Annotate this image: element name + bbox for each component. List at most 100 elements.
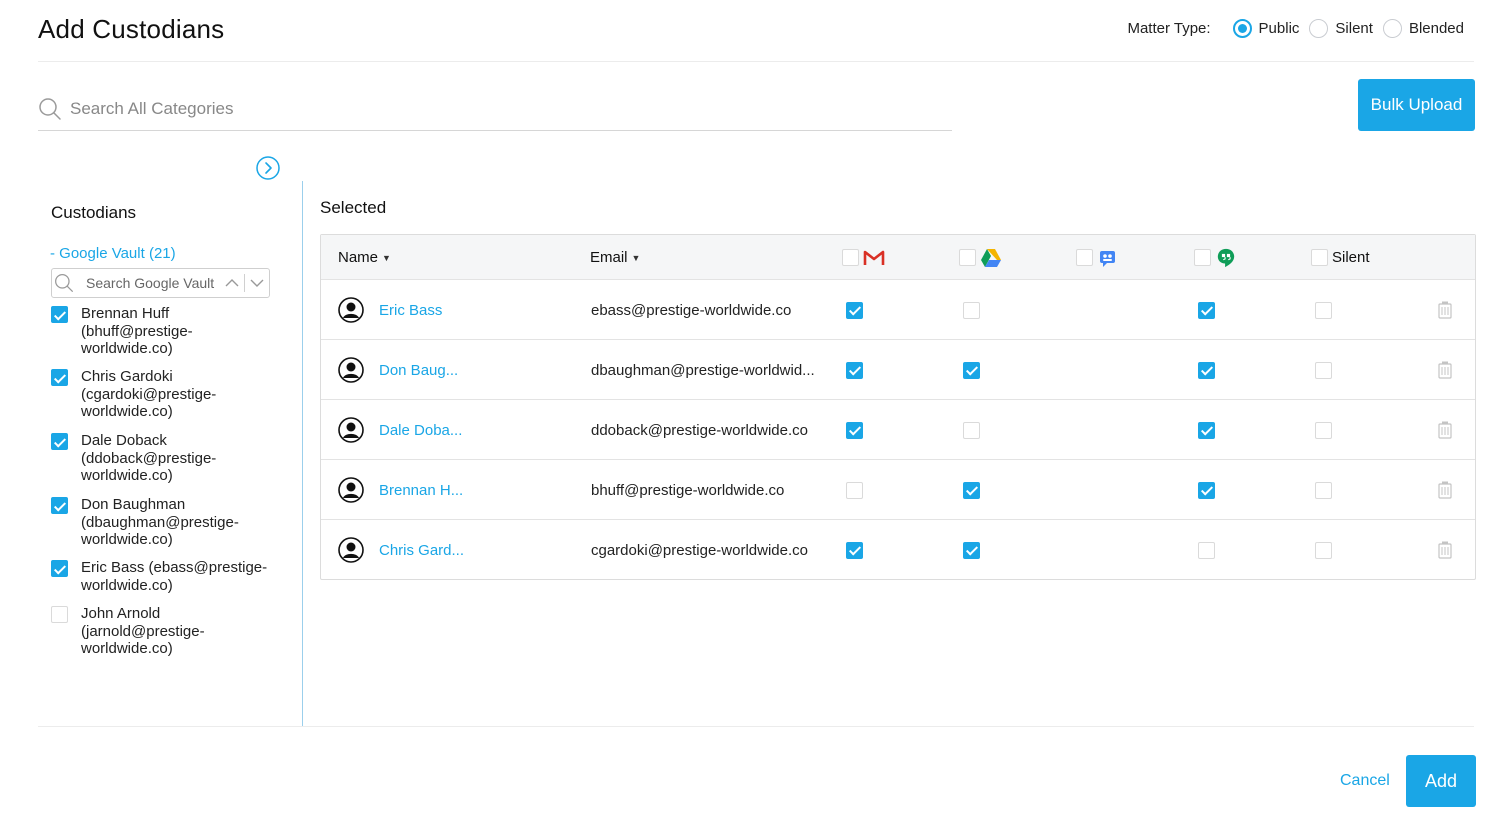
drive-checkbox[interactable] (963, 361, 980, 379)
gmail-checkbox[interactable] (846, 421, 863, 439)
trash-icon[interactable] (1438, 481, 1452, 499)
sort-caret-icon: ▼ (631, 252, 641, 263)
drive-select-all-checkbox[interactable] (959, 249, 976, 266)
drive-checkbox[interactable] (963, 301, 980, 319)
drive-checkbox[interactable] (963, 421, 980, 439)
bulk-upload-button[interactable]: Bulk Upload (1358, 79, 1475, 131)
silent-radio[interactable] (1309, 19, 1329, 38)
table-row: Chris Gard... cgardoki@prestige-worldwid… (321, 520, 1475, 580)
gmail-checkbox[interactable] (846, 361, 863, 379)
hangouts-checkbox[interactable] (1198, 481, 1215, 499)
custodian-checkbox[interactable] (51, 606, 68, 623)
table-row: Eric Bass ebass@prestige-worldwide.co (321, 280, 1475, 340)
sort-caret-icon: ▼ (382, 252, 391, 263)
group-search (51, 268, 270, 298)
footer-divider (38, 726, 1474, 727)
list-item[interactable]: Dale Doback (ddoback@prestige-worldwide.… (51, 432, 276, 496)
groups-select-all-checkbox[interactable] (1076, 249, 1093, 266)
drive-checkbox[interactable] (963, 541, 980, 559)
drive-checkbox[interactable] (963, 481, 980, 499)
user-avatar-icon (338, 417, 364, 443)
hangouts-icon (1217, 248, 1235, 267)
chevron-up-icon[interactable] (220, 269, 244, 297)
silent-checkbox[interactable] (1315, 301, 1332, 319)
page-title: Add Custodians (38, 14, 225, 44)
selected-table: Name ▼ Email ▼ Silent Eric Bass ebass@pr… (320, 234, 1476, 580)
hangouts-checkbox[interactable] (1198, 541, 1215, 559)
custodian-name-link[interactable]: Dale Doba... (379, 422, 462, 439)
custodian-label: Eric Bass (ebass@prestige-worldwide.co) (81, 559, 268, 594)
name-header-label: Name (338, 249, 379, 266)
table-row: Dale Doba... ddoback@prestige-worldwide.… (321, 400, 1475, 460)
group-search-input[interactable] (86, 275, 216, 291)
add-button[interactable]: Add (1406, 755, 1476, 807)
blended-label: Blended (1408, 20, 1464, 37)
trash-icon[interactable] (1438, 421, 1452, 439)
avatar (338, 460, 364, 520)
name-column-header[interactable]: Name ▼ (338, 235, 391, 280)
list-item[interactable]: Eric Bass (ebass@prestige-worldwide.co) (51, 559, 276, 605)
list-item[interactable]: John Arnold (jarnold@prestige-worldwide.… (51, 605, 276, 668)
silent-checkbox[interactable] (1315, 421, 1332, 439)
table-header: Name ▼ Email ▼ Silent (321, 235, 1475, 280)
blended-radio[interactable] (1382, 19, 1402, 38)
user-avatar-icon (338, 477, 364, 503)
avatar (338, 400, 364, 460)
matter-type-label: Matter Type: (1127, 20, 1211, 37)
chevron-right-circle-icon[interactable] (256, 156, 280, 180)
custodian-checkbox[interactable] (51, 433, 68, 450)
custodian-email: dbaughman@prestige-worldwid... (591, 361, 815, 379)
custodian-email: cgardoki@prestige-worldwide.co (591, 541, 808, 559)
avatar (338, 280, 364, 340)
custodians-heading: Custodians (51, 203, 137, 222)
matter-type-silent[interactable]: Silent (1309, 19, 1373, 38)
gmail-select-all-checkbox[interactable] (842, 249, 859, 266)
list-item[interactable]: Don Baughman (dbaughman@prestige-worldwi… (51, 496, 276, 559)
trash-icon[interactable] (1438, 541, 1452, 559)
google-vault-group-toggle[interactable]: - Google Vault (21) (50, 245, 176, 262)
public-label: Public (1258, 20, 1300, 37)
custodian-checkbox[interactable] (51, 560, 68, 577)
list-item[interactable]: Brennan Huff (bhuff@prestige-worldwide.c… (51, 305, 276, 368)
custodian-label: Brennan Huff (bhuff@prestige-worldwide.c… (81, 305, 193, 357)
custodian-checkbox[interactable] (51, 497, 68, 514)
matter-type-public[interactable]: Public (1232, 19, 1300, 38)
gmail-checkbox[interactable] (846, 301, 863, 319)
chevron-down-icon[interactable] (245, 269, 269, 297)
matter-type-blended[interactable]: Blended (1382, 19, 1464, 38)
cancel-button[interactable]: Cancel (1340, 772, 1390, 790)
google-groups-icon (1100, 250, 1115, 267)
custodian-name-link[interactable]: Chris Gard... (379, 542, 464, 559)
search-icon (39, 98, 61, 120)
public-radio[interactable] (1232, 19, 1252, 38)
silent-header-label: Silent (1332, 249, 1370, 266)
hangouts-checkbox[interactable] (1198, 361, 1215, 379)
custodian-email: ddoback@prestige-worldwide.co (591, 421, 809, 439)
search-input[interactable] (70, 99, 870, 119)
trash-icon[interactable] (1438, 361, 1452, 379)
silent-select-all-checkbox[interactable] (1311, 249, 1328, 266)
header-divider (38, 61, 1474, 62)
custodian-checkbox[interactable] (51, 369, 68, 386)
custodian-email: bhuff@prestige-worldwide.co (591, 481, 785, 499)
hangouts-checkbox[interactable] (1198, 421, 1215, 439)
trash-icon[interactable] (1438, 301, 1452, 319)
groups-column-header (1076, 235, 1119, 280)
silent-checkbox[interactable] (1315, 361, 1332, 379)
gmail-column-header (842, 235, 885, 280)
email-column-header[interactable]: Email ▼ (590, 235, 640, 280)
gmail-checkbox[interactable] (846, 541, 863, 559)
custodian-checkbox[interactable] (51, 306, 68, 323)
custodian-name-link[interactable]: Brennan H... (379, 482, 463, 499)
custodian-name-link[interactable]: Eric Bass (379, 302, 442, 319)
silent-checkbox[interactable] (1315, 481, 1332, 499)
google-drive-icon (981, 248, 1001, 267)
custodian-name-link[interactable]: Don Baug... (379, 362, 458, 379)
user-avatar-icon (338, 297, 364, 323)
hangouts-checkbox[interactable] (1198, 301, 1215, 319)
silent-checkbox[interactable] (1315, 541, 1332, 559)
gmail-checkbox[interactable] (846, 481, 863, 499)
hangouts-select-all-checkbox[interactable] (1194, 249, 1211, 266)
avatar (338, 520, 364, 580)
list-item[interactable]: Chris Gardoki (cgardoki@prestige-worldwi… (51, 368, 276, 432)
